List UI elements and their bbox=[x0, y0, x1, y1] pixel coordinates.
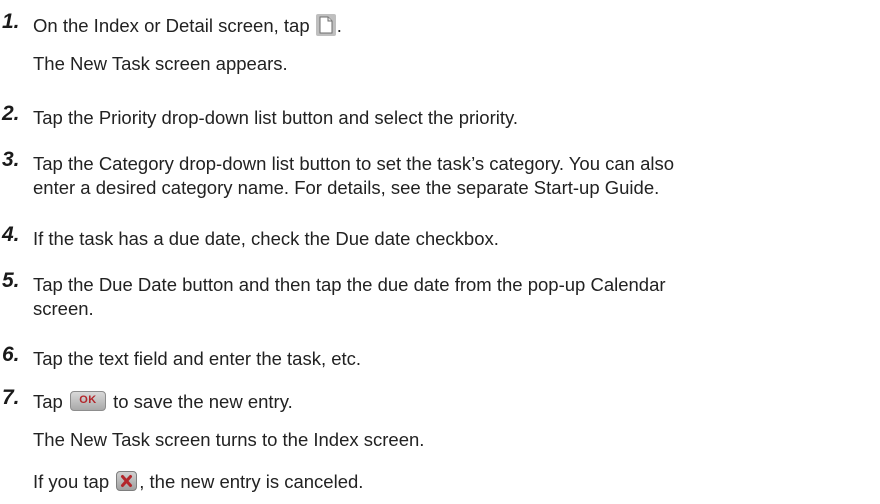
step-text: Tap the Priority drop-down list button a… bbox=[33, 107, 519, 128]
step-number: 2. bbox=[2, 102, 20, 125]
step-text-line-2: enter a desired category name. For detai… bbox=[33, 177, 660, 198]
step-number: 3. bbox=[2, 148, 20, 171]
step-6: 6. Tap the text field and enter the task… bbox=[0, 343, 880, 371]
step-number: 5. bbox=[2, 269, 20, 292]
step-text-line-1: Tap the Due Date button and then tap the… bbox=[33, 274, 666, 295]
step-text-line-2: screen. bbox=[33, 298, 94, 319]
step-text-after: . bbox=[336, 15, 342, 36]
ok-button-label: OK bbox=[79, 394, 97, 406]
step-text: On the Index or Detail screen, tap . bbox=[33, 12, 873, 43]
step-text: Tap OK to save the new entry. bbox=[33, 388, 873, 415]
step-3: 3. Tap the Category drop-down list butto… bbox=[0, 148, 880, 202]
step-number: 1. bbox=[2, 10, 20, 33]
step-number: 4. bbox=[2, 223, 20, 246]
step-2: 2. Tap the Priority drop-down list butto… bbox=[0, 102, 880, 130]
step-1-note: The New Task screen appears. bbox=[33, 53, 288, 74]
step-text-after: to save the new entry. bbox=[113, 391, 293, 412]
step-text-before: On the Index or Detail screen, tap bbox=[33, 15, 310, 36]
cancel-x-icon bbox=[116, 471, 138, 491]
step-7-note-2: If you tap , the new entry is canceled. bbox=[33, 470, 363, 494]
step-7-note-1: The New Task screen turns to the Index s… bbox=[33, 429, 425, 450]
ok-button-icon: OK bbox=[69, 391, 106, 411]
step-text: If the task has a due date, check the Du… bbox=[33, 228, 499, 249]
new-document-icon bbox=[315, 14, 336, 43]
note-text-after: , the new entry is canceled. bbox=[139, 471, 364, 492]
step-5: 5. Tap the Due Date button and then tap … bbox=[0, 269, 880, 323]
step-number: 6. bbox=[2, 343, 20, 366]
step-7: 7. Tap OK to save the new entry. bbox=[0, 386, 880, 414]
step-text: Tap the text field and enter the task, e… bbox=[33, 348, 362, 369]
step-number: 7. bbox=[2, 386, 20, 409]
note-text-before: If you tap bbox=[33, 471, 110, 492]
step-text-before: Tap bbox=[33, 391, 63, 412]
instruction-page: 1. On the Index or Detail screen, tap . … bbox=[0, 0, 880, 504]
step-4: 4. If the task has a due date, check the… bbox=[0, 223, 880, 251]
step-text-line-1: Tap the Category drop-down list button t… bbox=[33, 153, 675, 174]
